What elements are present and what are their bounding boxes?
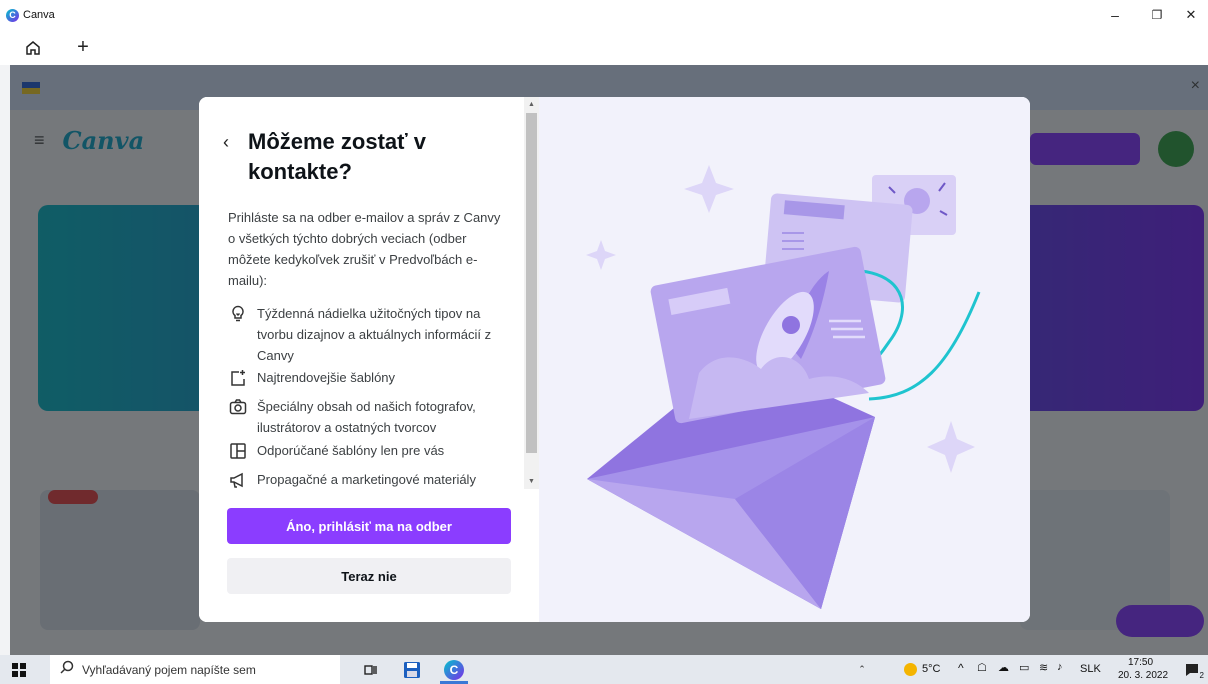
envelope-rocket-illustration [586,165,981,609]
modal-scroll-area[interactable]: ‹ Môžeme zostať v kontakte? Prihláste sa… [199,97,539,489]
chevron-up-icon[interactable]: ^ [958,661,964,675]
network-icon[interactable]: ☖ [977,661,987,674]
benefit-text: Propagačné a marketingové materiály [257,472,476,487]
weather-temperature: 5°C [922,663,941,675]
benefit-item: Propagačné a marketingové materiály [228,469,518,489]
lightbulb-icon [228,304,248,324]
notification-center-icon[interactable]: 2 [1178,657,1206,682]
camera-icon [228,397,248,417]
volume-icon[interactable]: ♪ [1057,661,1063,673]
save-file-app-icon[interactable] [398,657,426,682]
cloud-icon[interactable]: ☁ [998,661,1009,674]
clock-date[interactable]: 20. 3. 2022 [1118,670,1168,681]
close-window-button[interactable]: ✕ [1170,0,1208,30]
benefit-item: Týždenná nádielka užitočných tipov na tv… [228,303,518,366]
tray-overflow-icon[interactable]: ⌃ [848,657,876,682]
home-icon[interactable] [16,33,50,63]
modal-title: Môžeme zostať v kontakte? [248,129,427,184]
newsletter-modal: ‹ Môžeme zostať v kontakte? Prihláste sa… [199,97,1030,622]
search-icon [60,660,74,679]
benefit-item: Najtrendovejšie šablóny [228,367,518,388]
clock-time[interactable]: 17:50 [1128,657,1153,668]
modal-footer: Áno, prihlásiť ma na odber Teraz nie [199,489,539,622]
benefit-item: Špeciálny obsah od našich fotografov, il… [228,396,518,438]
new-tab-button[interactable]: + [66,33,100,63]
benefit-item: Odporúčané šablóny len pre vás [228,440,518,461]
megaphone-icon [228,470,248,489]
benefit-text: Týždenná nádielka užitočných tipov na tv… [257,306,492,363]
canva-app-icon: C [6,8,19,22]
weather-sun-icon [896,657,924,682]
window-title: Canva [23,9,55,21]
scrollbar[interactable]: ▲ ▼ [524,97,539,489]
scroll-thumb[interactable] [526,113,537,453]
taskbar-search-box[interactable]: Vyhľadávaný pojem napíšte sem [50,655,340,684]
battery-icon[interactable]: ▭ [1019,661,1029,674]
layout-icon [228,441,248,461]
benefit-text: Odporúčané šablóny len pre vás [257,443,445,458]
taskbar-search-placeholder: Vyhľadávaný pojem napíšte sem [82,662,256,677]
task-view-icon[interactable] [356,657,384,682]
scroll-up-arrow-icon[interactable]: ▲ [524,97,539,111]
canva-taskbar-icon[interactable]: C [440,657,468,682]
minimize-button[interactable]: – [1094,0,1136,30]
template-sparkle-icon [228,368,248,388]
modal-content-panel: ‹ Môžeme zostať v kontakte? Prihláste sa… [199,97,539,622]
input-language[interactable]: SLK [1080,663,1101,675]
subscribe-button[interactable]: Áno, prihlásiť ma na odber [227,508,511,544]
back-button[interactable]: ‹ [223,132,229,153]
benefit-text: Najtrendovejšie šablóny [257,370,396,385]
windows-start-icon[interactable] [0,655,38,684]
benefit-text: Špeciálny obsah od našich fotografov, il… [257,399,476,435]
wifi-icon[interactable]: ≋ [1039,661,1048,674]
not-now-button[interactable]: Teraz nie [227,558,511,594]
illustration-panel [539,97,1030,622]
notification-count: 2 [1199,671,1204,680]
tab-strip: + [0,30,1208,65]
scroll-down-arrow-icon[interactable]: ▼ [524,474,539,488]
window-titlebar: C Canva – ❐ ✕ [0,0,1208,30]
taskbar: Vyhľadávaný pojem napíšte sem C ⌃ 5°C ^ … [0,655,1208,684]
modal-intro-text: Prihláste sa na odber e-mailov a správ z… [228,210,501,288]
